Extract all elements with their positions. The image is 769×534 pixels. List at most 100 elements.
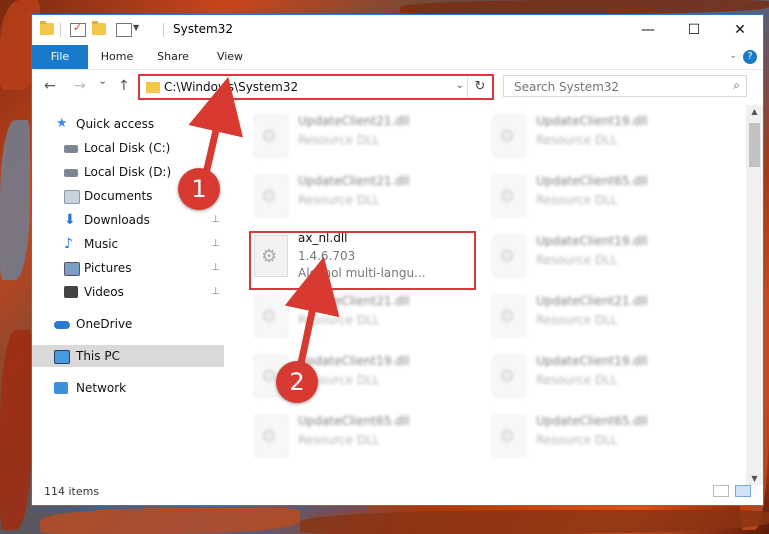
file-description: Resource DLL (298, 313, 380, 327)
chevron-down-icon[interactable]: ▼ (133, 23, 139, 32)
star-icon: ★ (56, 116, 68, 131)
file-name: UpdateClient19.dll (536, 114, 648, 128)
window-title: System32 (173, 22, 234, 36)
pc-icon (54, 350, 70, 364)
forward-button[interactable]: → (74, 78, 86, 94)
file-item[interactable]: UpdateClient65.dll Resource DLL (488, 409, 718, 461)
refresh-button[interactable]: ↻ (467, 76, 492, 98)
file-description: Resource DLL (536, 433, 618, 447)
pin-icon[interactable]: ⊥ (211, 257, 220, 279)
pin-icon[interactable]: ⊥ (211, 281, 220, 303)
file-name: UpdateClient21.dll (298, 174, 410, 188)
sidebar-item-videos[interactable]: Videos ⊥ (32, 281, 224, 303)
chevron-down-icon[interactable]: ⌄ (729, 51, 737, 61)
dll-file-icon (254, 295, 288, 337)
scroll-up-button[interactable]: ▲ (746, 107, 763, 116)
file-item[interactable]: UpdateClient19.dll Resource DLL (488, 109, 718, 161)
address-dropdown-button[interactable]: ⌄ (456, 80, 464, 91)
scrollbar-thumb[interactable] (749, 123, 760, 167)
search-input[interactable] (512, 78, 716, 96)
dll-file-icon (254, 415, 288, 457)
recent-locations-button[interactable]: ⌄ (98, 74, 107, 87)
back-button[interactable]: ← (44, 78, 56, 94)
sidebar-item-quick-access[interactable]: ★ Quick access (32, 113, 224, 135)
file-item[interactable]: UpdateClient21.dll Resource DLL (250, 289, 480, 341)
search-icon[interactable]: ⌕ (733, 78, 740, 93)
sidebar-item-local-disk-c[interactable]: Local Disk (C:) (32, 137, 224, 159)
file-description: Resource DLL (298, 133, 380, 147)
sidebar-item-onedrive[interactable]: OneDrive (32, 313, 224, 335)
status-bar: 114 items (32, 479, 763, 505)
up-button[interactable]: ↑ (118, 78, 130, 94)
file-item[interactable]: UpdateClient21.dll Resource DLL (488, 289, 718, 341)
sidebar-item-label: Local Disk (C:) (84, 141, 171, 155)
sidebar-item-this-pc[interactable]: This PC (32, 345, 224, 367)
sidebar-item-label: Downloads (84, 213, 150, 227)
dll-file-icon (492, 295, 526, 337)
tab-file[interactable]: File (32, 45, 88, 69)
dll-file-icon (492, 235, 526, 277)
tab-view[interactable]: View (207, 45, 253, 69)
drive-icon (64, 169, 78, 177)
separator (163, 23, 164, 37)
pin-icon[interactable]: ⊥ (211, 233, 220, 255)
help-icon[interactable]: ? (743, 50, 757, 64)
file-item[interactable]: UpdateClient21.dll Resource DLL (250, 109, 480, 161)
sidebar-item-label: Videos (84, 285, 124, 299)
pin-icon[interactable]: ⊥ (211, 209, 220, 231)
sidebar-item-label: Documents (84, 189, 153, 203)
close-button[interactable]: ✕ (717, 15, 763, 45)
minimize-button[interactable]: — (625, 15, 671, 45)
file-item[interactable]: UpdateClient19.dll Resource DLL (488, 229, 718, 281)
customize-icon[interactable] (116, 23, 132, 37)
file-list: UpdateClient21.dll Resource DLL UpdateCl… (228, 105, 745, 470)
tab-home[interactable]: Home (94, 45, 140, 69)
file-item[interactable]: UpdateClient21.dll Resource DLL (250, 169, 480, 221)
details-view-icon[interactable] (713, 485, 729, 497)
downloads-icon: ⬇ (64, 212, 76, 228)
dll-file-icon (492, 175, 526, 217)
maximize-button[interactable]: ☐ (671, 15, 717, 45)
file-name: UpdateClient19.dll (536, 354, 648, 368)
documents-icon (64, 190, 80, 204)
dll-file-icon (492, 415, 526, 457)
sidebar-item-label: Local Disk (D:) (84, 165, 172, 179)
address-bar[interactable]: C:\Windows\System32 ⌄ ↻ (138, 74, 494, 100)
sidebar-item-music[interactable]: ♪ Music ⊥ (32, 233, 224, 255)
sidebar-item-pictures[interactable]: Pictures ⊥ (32, 257, 224, 279)
address-path[interactable]: C:\Windows\System32 (164, 80, 298, 94)
file-name: UpdateClient21.dll (298, 294, 410, 308)
sidebar-item-label: OneDrive (76, 317, 133, 331)
file-item[interactable]: UpdateClient65.dll Resource DLL (250, 409, 480, 461)
file-description: Resource DLL (536, 253, 618, 267)
new-folder-icon[interactable] (92, 21, 106, 35)
folder-icon (40, 21, 54, 35)
sidebar-item-label: This PC (76, 349, 120, 363)
file-name: UpdateClient65.dll (298, 414, 410, 428)
file-explorer-window: ✓ ▼ System32 — ☐ ✕ File Home Share View … (31, 14, 764, 506)
sidebar-item-downloads[interactable]: ⬇ Downloads ⊥ (32, 209, 224, 231)
item-count: 114 items (44, 485, 100, 498)
videos-icon (64, 286, 78, 298)
search-box[interactable]: ⌕ (503, 75, 747, 97)
file-description: Resource DLL (536, 133, 618, 147)
file-name: UpdateClient21.dll (536, 294, 648, 308)
large-icons-view-icon[interactable] (735, 485, 751, 497)
tab-share[interactable]: Share (150, 45, 196, 69)
file-description: Resource DLL (536, 313, 618, 327)
callout-badge-1: 1 (178, 168, 220, 210)
file-name: UpdateClient65.dll (536, 414, 648, 428)
sidebar-item-network[interactable]: Network (32, 377, 224, 399)
dll-file-icon (492, 115, 526, 157)
sidebar-item-label: Pictures (84, 261, 132, 275)
file-description: Resource DLL (536, 373, 618, 387)
vertical-scrollbar[interactable]: ▲ ▼ (746, 105, 763, 485)
file-description: Resource DLL (536, 193, 618, 207)
properties-icon[interactable]: ✓ (70, 21, 86, 37)
separator (60, 23, 61, 37)
folder-icon (146, 82, 160, 93)
file-name: UpdateClient19.dll (536, 234, 648, 248)
sidebar-item-label: Music (84, 237, 119, 251)
file-item[interactable]: UpdateClient65.dll Resource DLL (488, 169, 718, 221)
file-item[interactable]: UpdateClient19.dll Resource DLL (488, 349, 718, 401)
